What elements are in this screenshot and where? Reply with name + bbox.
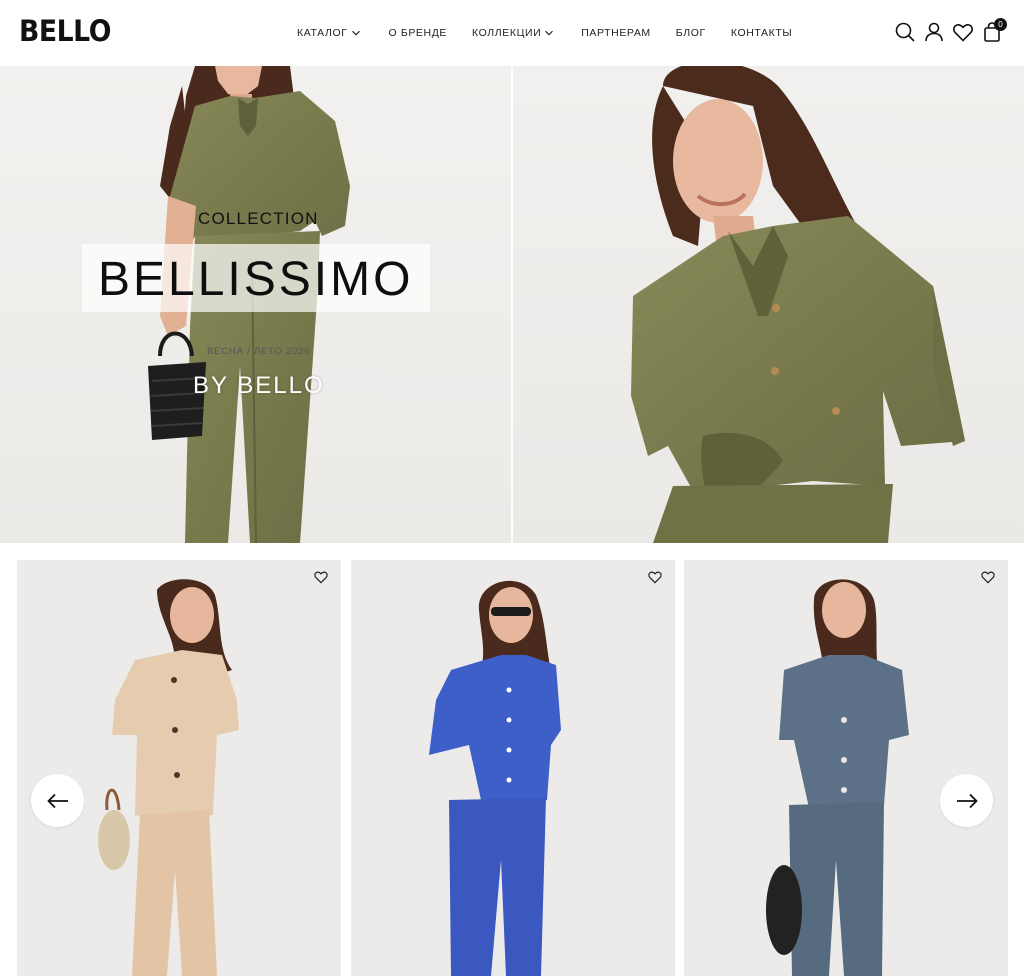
- chevron-down-icon: [351, 30, 360, 36]
- hero-title: BELLISSIMO: [98, 253, 414, 306]
- product-image: [429, 580, 561, 976]
- nav-label: КОНТАКТЫ: [730, 27, 793, 39]
- nav-item-blog[interactable]: БЛОГ: [676, 27, 706, 39]
- cart-count-badge: 0: [994, 18, 1007, 31]
- nav-label: КАТАЛОГ: [297, 27, 348, 39]
- arrow-left-icon: [46, 793, 68, 808]
- nav-label: ПАРТНЕРАМ: [581, 27, 651, 39]
- hero-brand-byline: BY BELLO: [193, 372, 325, 399]
- hero-image-left[interactable]: COLLECTION BELLISSIMO ВЕСНА / ЛЕТО 2026 …: [0, 66, 511, 543]
- model-photo-closeup: [631, 66, 965, 543]
- nav-item-contacts[interactable]: КОНТАКТЫ: [731, 27, 792, 39]
- carousel-prev-button[interactable]: [31, 774, 84, 827]
- main-nav: КАТАЛОГ О БРЕНДЕ КОЛЛЕКЦИИ ПАРТНЕРАМ БЛО…: [297, 25, 792, 41]
- hero-banner: COLLECTION BELLISSIMO ВЕСНА / ЛЕТО 2026 …: [0, 66, 1024, 543]
- hero-collection-label: COLLECTION: [198, 209, 319, 228]
- nav-label: О БРЕНДЕ: [388, 27, 448, 39]
- nav-label: БЛОГ: [675, 27, 706, 39]
- site-header: BELLO КАТАЛОГ О БРЕНДЕ КОЛЛЕКЦИИ ПАРТНЕР…: [0, 0, 1024, 66]
- nav-item-catalog[interactable]: КАТАЛОГ: [297, 27, 361, 39]
- favorite-icon[interactable]: [647, 569, 663, 585]
- product-card[interactable]: [17, 560, 341, 976]
- hero-text-block: COLLECTION BELLISSIMO ВЕСНА / ЛЕТО 2026 …: [0, 66, 511, 543]
- hero-image-right[interactable]: [513, 66, 1024, 543]
- header-actions: 0: [888, 18, 1007, 44]
- heart-icon[interactable]: [951, 20, 975, 44]
- favorite-icon[interactable]: [980, 569, 996, 585]
- user-icon[interactable]: [922, 20, 946, 44]
- search-icon[interactable]: [893, 20, 917, 44]
- chevron-down-icon: [545, 30, 554, 36]
- favorite-icon[interactable]: [313, 569, 329, 585]
- product-card[interactable]: [684, 560, 1008, 976]
- nav-label: КОЛЛЕКЦИИ: [472, 27, 542, 39]
- product-image: [98, 579, 239, 976]
- carousel-next-button[interactable]: [940, 774, 993, 827]
- nav-item-collections[interactable]: КОЛЛЕКЦИИ: [472, 27, 554, 39]
- product-carousel: [0, 543, 1024, 976]
- bag-icon[interactable]: 0: [980, 18, 1007, 44]
- nav-item-about[interactable]: О БРЕНДЕ: [389, 27, 447, 39]
- hero-season-label: ВЕСНА / ЛЕТО 2026: [207, 346, 311, 357]
- product-image: [766, 579, 909, 976]
- product-card[interactable]: [351, 560, 675, 976]
- brand-logo[interactable]: BELLO: [19, 14, 111, 48]
- arrow-right-icon: [956, 793, 978, 808]
- nav-item-partners[interactable]: ПАРТНЕРАМ: [581, 27, 651, 39]
